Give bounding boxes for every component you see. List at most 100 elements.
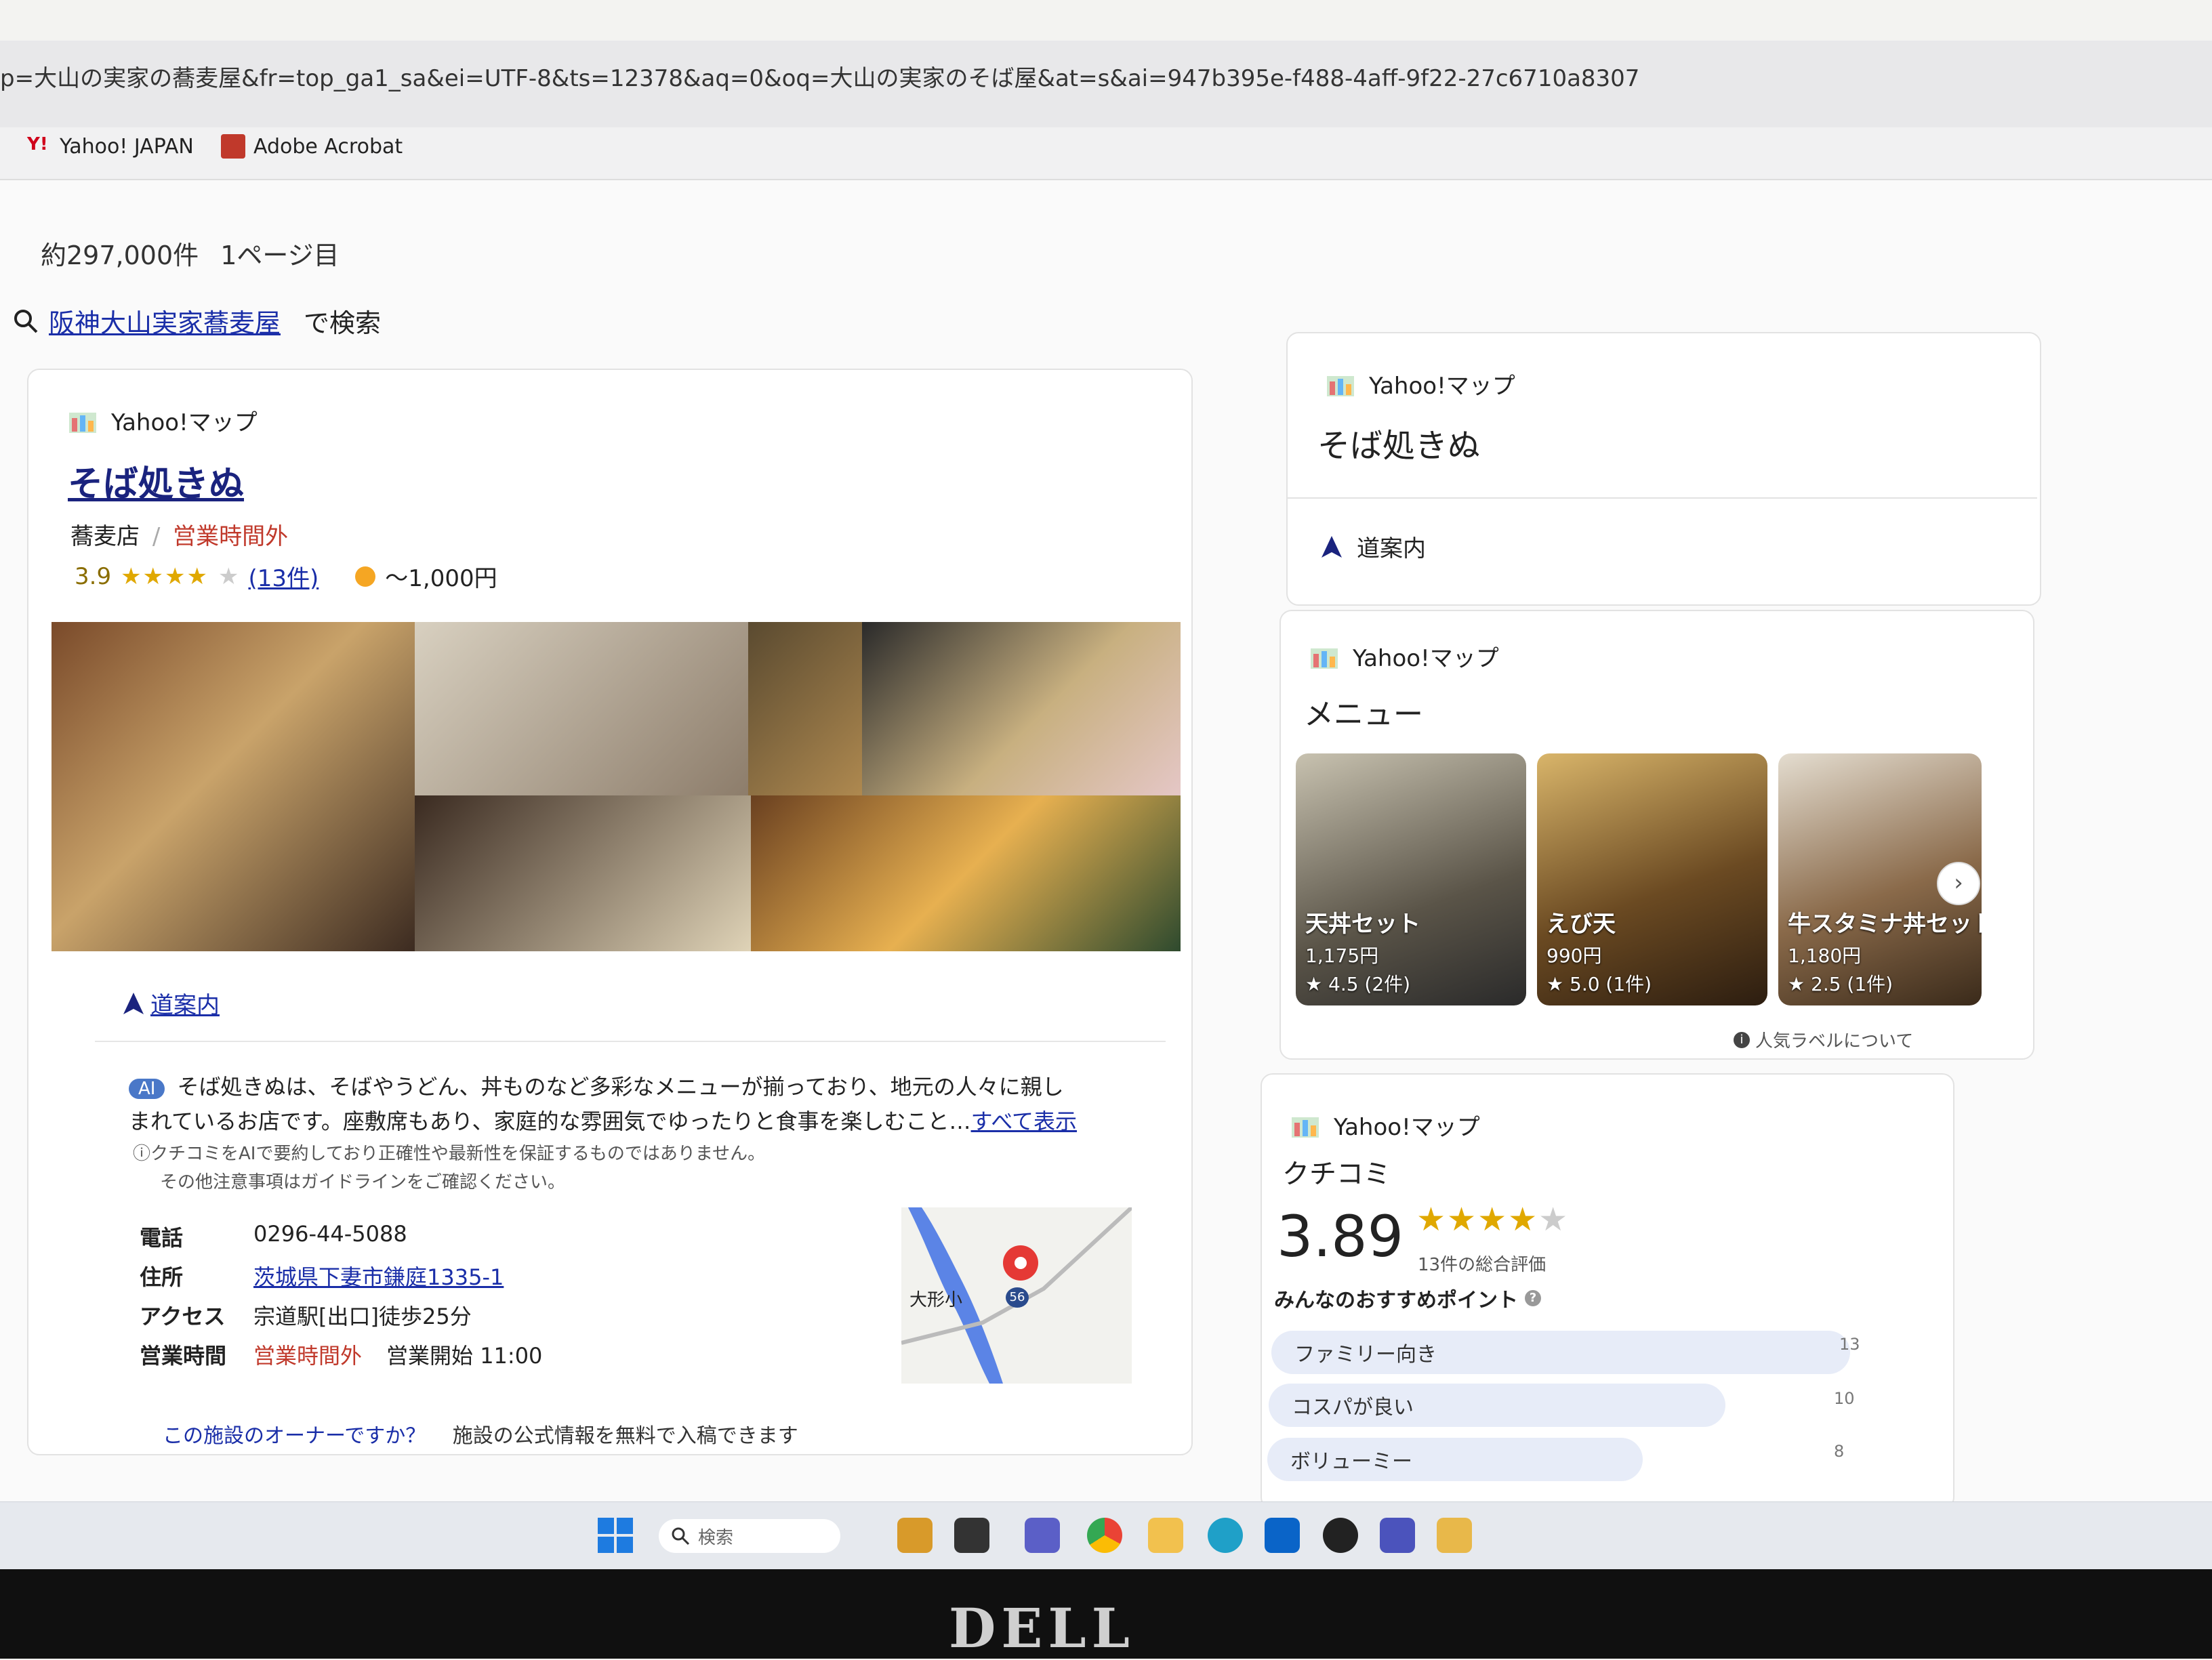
menu-item-info: えび天 990円 ★ 5.0 (1件) [1547, 907, 1652, 999]
ai-note: ⓘクチコミをAIで要約しており正確性や最新性を保証するものではありません。 その… [133, 1140, 765, 1197]
price-range: ～1,000円 [385, 565, 497, 592]
phone-label: 電話 [140, 1225, 184, 1251]
outlook-icon[interactable] [1265, 1518, 1300, 1553]
review-total: 13件の総合評価 [1418, 1255, 1547, 1275]
review-star-empty: ★ [1538, 1201, 1568, 1239]
menu-item-rating: ★ 4.5 (2件) [1305, 973, 1411, 995]
menu-item-name: 牛スタミナ丼セット [1788, 911, 1982, 938]
place-status: 営業時間外 [173, 523, 289, 550]
route-link[interactable]: 道案内 [123, 987, 220, 1020]
place-meta: 蕎麦店 / 営業時間外 [70, 518, 288, 551]
review-stars-row: ★★★★★ [1416, 1201, 1568, 1239]
chip-count: 13 [1839, 1335, 1860, 1354]
owner-question[interactable]: この施設のオーナーですか？ [163, 1424, 426, 1448]
carousel-next-button[interactable]: › [1937, 862, 1980, 905]
search-icon [672, 1527, 690, 1545]
hours-status: 営業時間外 [253, 1343, 363, 1369]
ai-note-line1: クチコミをAIで要約しており正確性や最新性を保証するものではありません。 [150, 1144, 766, 1164]
taskview-icon[interactable] [954, 1518, 989, 1553]
address-link[interactable]: 茨城県下妻市鎌庭1335-1 [253, 1260, 504, 1300]
app-icon[interactable] [1437, 1518, 1472, 1553]
chrome-icon[interactable] [1087, 1518, 1122, 1553]
show-all-link[interactable]: すべて表示 [971, 1108, 1077, 1134]
menu-title: メニュー [1304, 697, 1423, 732]
chevron-right-icon: › [1954, 869, 1963, 896]
media-player-icon[interactable] [1323, 1518, 1358, 1553]
review-source: Yahoo!マップ [1290, 1108, 1480, 1142]
suggest-suffix: で検索 [304, 308, 382, 338]
menu-item-name: えび天 [1547, 911, 1616, 938]
place-title[interactable]: そば処きぬ [68, 455, 244, 506]
map-label: 大形小 [909, 1290, 963, 1310]
ai-note-line2: その他注意事項はガイドラインをご確認ください。 [160, 1172, 566, 1192]
suggest-query-link[interactable]: 阪神大山実家蕎麦屋 [49, 302, 281, 339]
price-icon [355, 566, 376, 587]
menu-item-tendon-set[interactable]: 天丼セット 1,175円 ★ 4.5 (2件) [1296, 753, 1526, 1005]
url-text[interactable]: p=大山の実家の蕎麦屋&fr=top_ga1_sa&ei=UTF-8&ts=12… [0, 60, 1639, 93]
ai-badge: AI [129, 1079, 165, 1099]
yahoo-map-icon [69, 412, 96, 433]
side-route-button[interactable]: 道案内 [1322, 530, 1426, 563]
ai-summary-line2: まれているお店です。座敷席もあり、家庭的な雰囲気でゆったりと食事を楽しむこと… [129, 1108, 971, 1134]
route-label: 道案内 [1357, 535, 1426, 562]
recommend-chip-volume: ボリューミー [1267, 1438, 1643, 1481]
taskbar-search[interactable]: 検索 [659, 1519, 840, 1553]
recommend-points-title: みんなのおすすめポイント [1274, 1289, 1518, 1312]
recommend-points-header: みんなのおすすめポイント ? [1274, 1283, 1541, 1313]
start-button[interactable] [598, 1518, 633, 1553]
info-row-address: 住所 茨城県下妻市鎌庭1335-1 [140, 1260, 542, 1300]
edge-icon[interactable] [1208, 1518, 1243, 1553]
divider [95, 1041, 1166, 1042]
info-row-hours: 営業時間 営業時間外 営業開始 11:00 [140, 1339, 542, 1378]
menu-item-rating: ★ 2.5 (1件) [1788, 973, 1893, 995]
rating-star-empty: ★ [218, 562, 239, 590]
result-total: 約297,000件 [41, 241, 199, 270]
help-icon[interactable]: ? [1525, 1290, 1541, 1306]
photo-interior[interactable] [415, 622, 751, 798]
rating-value: 3.9 [75, 562, 112, 590]
search-icon [14, 309, 38, 333]
source-label: Yahoo!マップ [1369, 373, 1515, 400]
photo-donburi[interactable] [52, 622, 417, 951]
route-label[interactable]: 道案内 [150, 987, 220, 1020]
info-row-access: アクセス 宗道駅[出口]徒歩25分 [140, 1300, 542, 1339]
side-place-title: そば処きぬ [1317, 427, 1481, 465]
photo-zaru[interactable] [415, 795, 754, 951]
info-row-phone: 電話 0296-44-5088 [140, 1221, 542, 1260]
photo-soba-set[interactable] [862, 622, 1181, 798]
menu-item-info: 天丼セット 1,175円 ★ 4.5 (2件) [1305, 907, 1420, 999]
chip-label: コスパが良い [1292, 1396, 1414, 1419]
place-rating-row: 3.9 ★★★★ ★ (13件) ～1,000円 [75, 560, 497, 593]
ai-summary-line1: そば処きぬは、そばやうどん、丼ものなど多彩なメニューが揃っており、地元の人々に親… [177, 1074, 1064, 1100]
bookmark-label: Adobe Acrobat [253, 134, 403, 159]
chip-label: ファミリー向き [1294, 1343, 1437, 1367]
file-explorer-icon[interactable] [1148, 1518, 1183, 1553]
photo-tempura[interactable] [751, 795, 1181, 951]
owner-row: この施設のオーナーですか？ 施設の公式情報を無料で入稿できます [163, 1419, 798, 1449]
photo-collage[interactable] [52, 622, 1181, 951]
ai-summary: AI そば処きぬは、そばやうどん、丼ものなど多彩なメニューが揃っており、地元の人々… [129, 1071, 1145, 1138]
menu-item-price: 1,180円 [1788, 945, 1862, 967]
search-suggestion: 阪神大山実家蕎麦屋 で検索 [12, 302, 381, 339]
teams-icon[interactable] [1380, 1518, 1415, 1553]
yahoo-icon: Y! [27, 134, 48, 154]
menu-item-price: 990円 [1547, 945, 1602, 967]
review-count-link[interactable]: (13件) [248, 560, 319, 593]
result-count: 約297,000件 1ページ目 [41, 234, 340, 272]
mini-map[interactable]: 大形小 56 [901, 1207, 1132, 1384]
menu-item-ebiten[interactable]: えび天 990円 ★ 5.0 (1件) [1537, 753, 1767, 1005]
source-label: Yahoo!マップ [111, 409, 258, 436]
yahoo-map-icon [1327, 375, 1354, 396]
map-route-badge: 56 [1006, 1287, 1029, 1308]
review-title: クチコミ [1282, 1159, 1391, 1190]
bookmark-yahoo[interactable]: Y! Yahoo! JAPAN [27, 134, 194, 159]
hours-open: 営業開始 11:00 [386, 1343, 543, 1369]
photo-table[interactable] [748, 622, 865, 798]
briefcase-icon[interactable] [897, 1518, 933, 1553]
hours-label: 営業時間 [140, 1343, 227, 1369]
separator: / [152, 523, 161, 550]
popular-label-note[interactable]: i 人気ラベルについて [1734, 1027, 1913, 1052]
phone-value[interactable]: 0296-44-5088 [253, 1221, 407, 1260]
bookmark-acrobat[interactable]: Adobe Acrobat [221, 134, 403, 159]
teams-chat-icon[interactable] [1025, 1518, 1060, 1553]
